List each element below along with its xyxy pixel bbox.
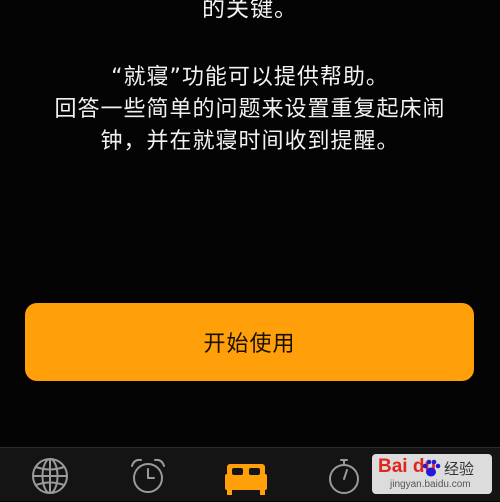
paw-icon — [422, 459, 441, 477]
bed-icon — [225, 464, 267, 495]
tab-bedtime[interactable] — [223, 456, 269, 502]
watermark-cn: 经验 — [444, 460, 475, 478]
bedtime-description: “就寝”功能可以提供帮助。 回答一些简单的问题来设置重复起床闹 钟，并在就寝时间… — [0, 62, 500, 158]
get-started-button[interactable]: 开始使用 — [25, 303, 474, 381]
tab-stopwatch[interactable] — [321, 456, 367, 502]
intro-text-tail: 的关键。 — [202, 0, 298, 22]
watermark-url: jingyan.baidu.com — [390, 479, 471, 490]
stopwatch-icon — [329, 459, 359, 494]
globe-icon — [32, 458, 68, 494]
tab-alarm[interactable] — [125, 456, 171, 502]
baidu-watermark: Bai du 经验 jingyan.baidu.com — [372, 454, 492, 494]
description-line-2: 回答一些简单的问题来设置重复起床闹 — [54, 97, 446, 122]
description-line-3: 钟，并在就寝时间收到提醒。 — [100, 129, 400, 154]
description-line-1: “就寝”功能可以提供帮助。 — [111, 65, 389, 90]
alarm-clock-icon — [131, 458, 165, 493]
bedtime-screen: 的关键。 “就寝”功能可以提供帮助。 回答一些简单的问题来设置重复起床闹 钟，并… — [0, 0, 500, 502]
tab-world-clock[interactable] — [27, 456, 73, 502]
